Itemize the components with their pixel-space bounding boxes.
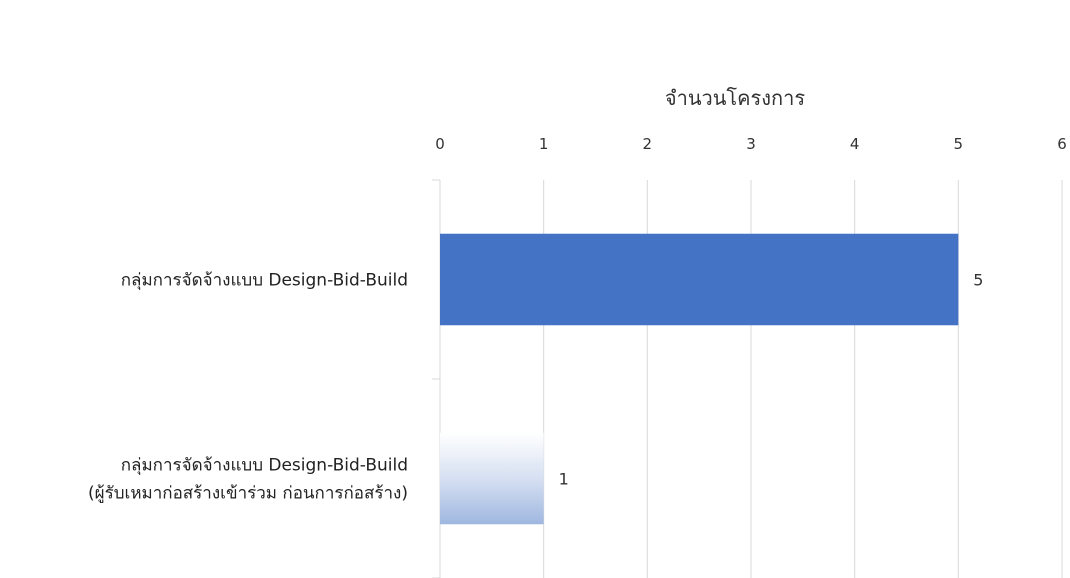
x-tick-label: 6 [1057, 135, 1067, 153]
data-label: 5 [973, 271, 983, 290]
category-label: กลุ่มการจัดจ้างแบบ Design-Bid-Build [121, 456, 408, 476]
bar [440, 233, 959, 326]
x-tick-label: 5 [954, 135, 964, 153]
x-tick-label: 2 [643, 135, 653, 153]
data-label: 1 [559, 470, 569, 489]
x-tick-label: 4 [850, 135, 860, 153]
bar [440, 432, 544, 525]
x-tick-label: 0 [435, 135, 445, 153]
bar-chart: จำนวนโครงการ 0 1 2 3 4 5 6 กลุ่มการจัดจ้างแบบ … [88, 86, 1067, 578]
category-labels: กลุ่มการจัดจ้างแบบ Design-Bid-Build กลุ่ม… [88, 271, 408, 504]
category-label: (ผู้รับเหมาก่อสร้างเข้าร่วม ก่อนการก่อสร… [88, 484, 408, 504]
category-label: กลุ่มการจัดจ้างแบบ Design-Bid-Build [121, 271, 408, 291]
axis-title: จำนวนโครงการ [665, 86, 805, 110]
x-tick-label: 1 [539, 135, 549, 153]
bars [440, 233, 959, 525]
x-axis-ticks: 0 1 2 3 4 5 6 [435, 135, 1067, 153]
x-tick-label: 3 [746, 135, 756, 153]
